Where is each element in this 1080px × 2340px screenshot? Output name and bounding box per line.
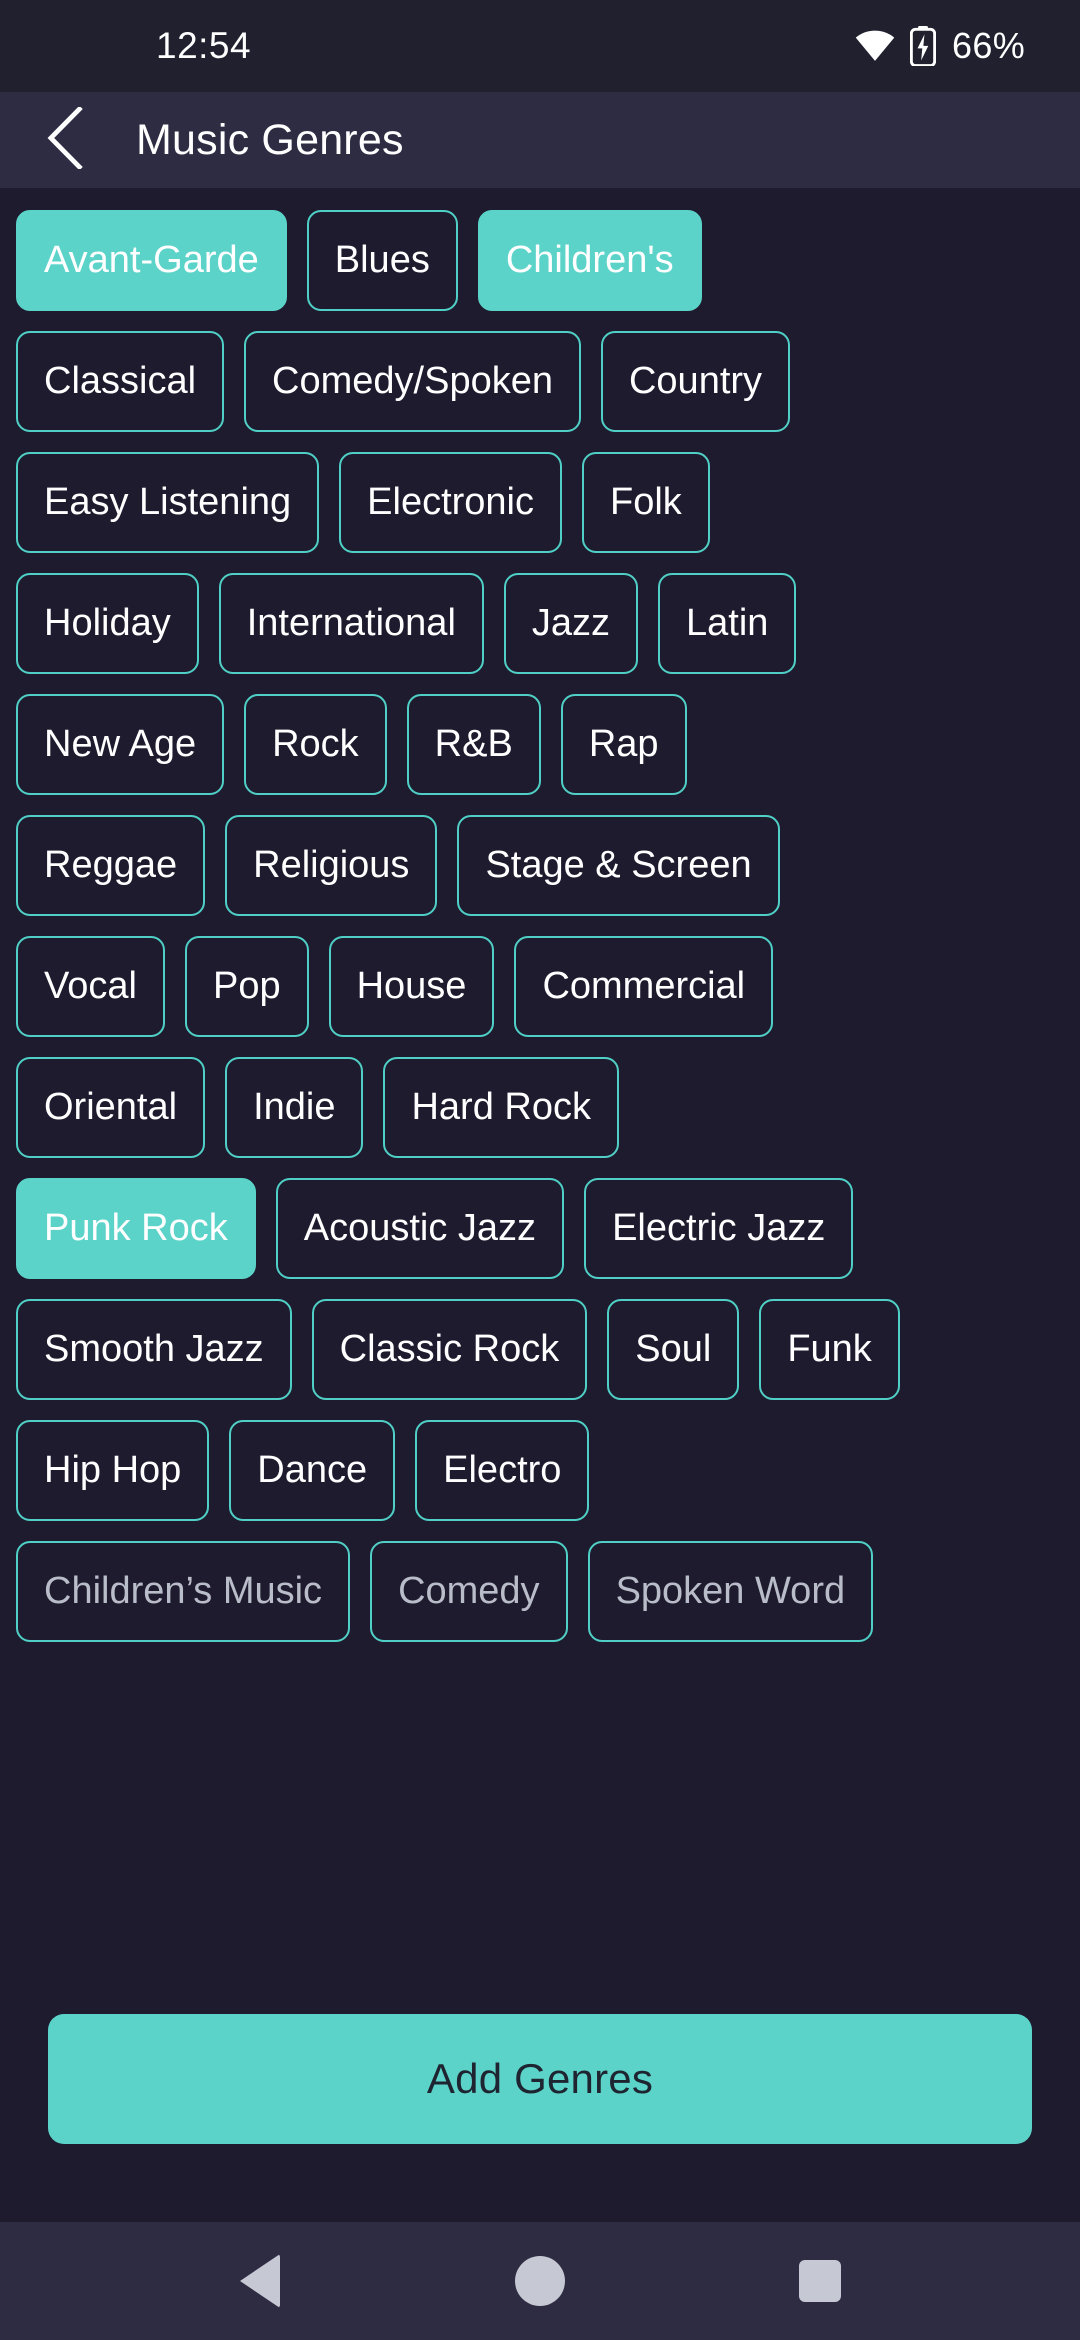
- genre-chip[interactable]: Dance: [229, 1420, 396, 1521]
- battery-percentage: 66%: [952, 25, 1025, 66]
- genre-row: Holiday International Jazz Latin: [16, 573, 1064, 674]
- app-root: 12:54 66% Music Genres Avant-Garde Blues…: [0, 0, 1080, 2340]
- genre-chip[interactable]: Pop: [184, 936, 309, 1037]
- genre-row: Easy Listening Electronic Folk: [16, 452, 1064, 553]
- genre-chip[interactable]: Latin: [658, 573, 797, 674]
- genre-list[interactable]: Avant-Garde Blues Children's Classical Comed…: [0, 188, 1080, 2222]
- genre-chip[interactable]: Holiday: [16, 573, 199, 674]
- nav-back-button[interactable]: [212, 2233, 308, 2329]
- genre-chip[interactable]: Acoustic Jazz: [275, 1178, 565, 1279]
- status-bar-clock: 12:54: [156, 25, 252, 66]
- genre-row: Reggae Religious Stage & Screen: [16, 815, 1064, 916]
- chevron-left-icon: [44, 105, 90, 174]
- genre-chip[interactable]: Indie: [225, 1057, 364, 1158]
- genre-chip[interactable]: Reggae: [16, 815, 206, 916]
- nav-home-button[interactable]: [492, 2233, 588, 2329]
- genre-chip[interactable]: Hip Hop: [16, 1420, 210, 1521]
- genre-chip[interactable]: Smooth Jazz: [16, 1299, 292, 1400]
- genre-chip[interactable]: Comedy/Spoken: [244, 331, 581, 432]
- genre-rows: Avant-Garde Blues Children's Classical Comed…: [16, 210, 1064, 1642]
- genre-chip[interactable]: Punk Rock: [16, 1178, 256, 1279]
- status-bar-indicators: 66%: [854, 25, 1025, 67]
- genre-row: Children’s Music Comedy Spoken Word: [16, 1541, 1064, 1642]
- genre-row: Vocal Pop House Commercial: [16, 936, 1064, 1037]
- genre-row: Classical Comedy/Spoken Country: [16, 331, 1064, 432]
- genre-chip[interactable]: Classic Rock: [311, 1299, 588, 1400]
- genre-chip[interactable]: Vocal: [16, 936, 165, 1037]
- genre-chip[interactable]: Rap: [560, 694, 687, 795]
- genre-chip[interactable]: Electro: [415, 1420, 590, 1521]
- genre-chip[interactable]: Commercial: [514, 936, 774, 1037]
- genre-row: Hip Hop Dance Electro: [16, 1420, 1064, 1521]
- genre-chip[interactable]: Comedy: [370, 1541, 568, 1642]
- genre-chip[interactable]: Electric Jazz: [584, 1178, 854, 1279]
- genre-chip[interactable]: House: [328, 936, 495, 1037]
- status-bar: 12:54 66%: [0, 0, 1080, 92]
- system-navigation-bar: [0, 2222, 1080, 2340]
- genre-chip[interactable]: Children's: [477, 210, 702, 311]
- genre-chip[interactable]: Folk: [582, 452, 710, 553]
- genre-chip[interactable]: Jazz: [503, 573, 639, 674]
- genre-row: New Age Rock R&B Rap: [16, 694, 1064, 795]
- genre-chip[interactable]: Religious: [225, 815, 438, 916]
- action-bar: Add Genres: [0, 2014, 1080, 2222]
- square-recents-icon: [799, 2260, 841, 2302]
- genre-row: Oriental Indie Hard Rock: [16, 1057, 1064, 1158]
- back-button[interactable]: [36, 105, 98, 174]
- genre-chip[interactable]: Avant-Garde: [16, 210, 287, 311]
- triangle-back-icon: [240, 2254, 280, 2308]
- page-title: Music Genres: [136, 115, 404, 164]
- add-genres-button[interactable]: Add Genres: [48, 2014, 1032, 2144]
- genre-row: Avant-Garde Blues Children's: [16, 210, 1064, 311]
- genre-row: Punk Rock Acoustic Jazz Electric Jazz: [16, 1178, 1064, 1279]
- genre-chip[interactable]: International: [218, 573, 484, 674]
- genre-chip[interactable]: Country: [600, 331, 791, 432]
- genre-chip[interactable]: Blues: [306, 210, 458, 311]
- genre-chip[interactable]: R&B: [406, 694, 541, 795]
- genre-chip[interactable]: Hard Rock: [383, 1057, 619, 1158]
- app-bar: Music Genres: [0, 92, 1080, 188]
- genre-chip[interactable]: New Age: [16, 694, 225, 795]
- battery-charging-icon: [910, 26, 937, 66]
- nav-recents-button[interactable]: [772, 2233, 868, 2329]
- genre-chip[interactable]: Funk: [759, 1299, 900, 1400]
- circle-home-icon: [515, 2256, 565, 2306]
- genre-chip[interactable]: Easy Listening: [16, 452, 320, 553]
- genre-row: Smooth Jazz Classic Rock Soul Funk: [16, 1299, 1064, 1400]
- genre-chip[interactable]: Rock: [244, 694, 387, 795]
- genre-chip[interactable]: Oriental: [16, 1057, 206, 1158]
- genre-chip[interactable]: Classical: [16, 331, 225, 432]
- genre-chip[interactable]: Stage & Screen: [457, 815, 780, 916]
- genre-chip[interactable]: Electronic: [339, 452, 562, 553]
- genre-chip[interactable]: Children’s Music: [16, 1541, 351, 1642]
- genre-chip[interactable]: Soul: [607, 1299, 740, 1400]
- genre-chip[interactable]: Spoken Word: [587, 1541, 874, 1642]
- wifi-icon: [854, 30, 896, 62]
